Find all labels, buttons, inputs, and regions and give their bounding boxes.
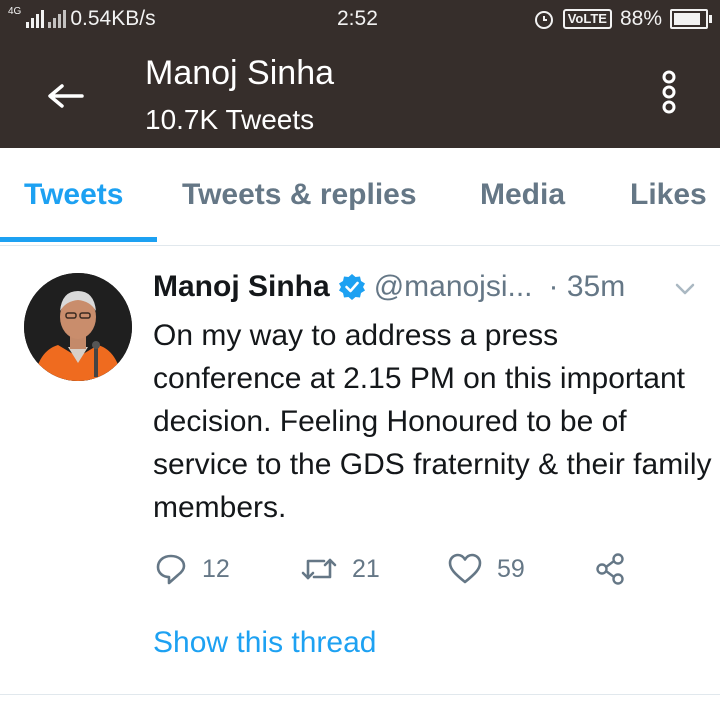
tweet-card[interactable]: Manoj Sinha @manojsi... · 35m On my way … [0,246,720,694]
verified-badge-icon [338,274,365,300]
status-right: VoLTE 88% [533,7,712,31]
reply-button[interactable]: 12 [154,552,230,586]
network-speed: 0.54KB/s [70,7,156,30]
tweet-timestamp: · 35m [548,270,626,303]
signal-icon-secondary [48,10,67,28]
app-header: 4G 0.54KB/s 2:52 VoLTE 88% Manoj Sinha 1… [0,0,720,148]
tab-tweets[interactable]: Tweets [24,178,123,212]
profile-title: Manoj Sinha [145,54,335,92]
heart-icon [448,553,482,584]
tweet-count: 10.7K Tweets [145,104,315,135]
network-type-label: 4G [8,6,22,17]
retweet-icon [301,558,337,580]
like-count: 59 [497,554,525,583]
show-thread-link[interactable]: Show this thread [153,626,376,660]
arrow-left-icon [48,84,84,108]
battery-percent: 88% [619,7,662,30]
status-left: 4G 0.54KB/s [8,7,156,31]
bottom-divider [0,694,720,695]
share-icon [596,553,624,585]
author-name[interactable]: Manoj Sinha [153,270,330,304]
author-handle[interactable]: @manojsi... [374,270,533,304]
reply-count: 12 [202,554,230,583]
volte-badge: VoLTE [562,9,612,29]
battery-fill [674,13,700,25]
more-menu-button[interactable] [652,68,686,118]
tweet-header: Manoj Sinha @manojsi... · 35m [153,270,625,304]
share-button[interactable] [594,552,628,586]
active-tab-indicator [0,237,157,242]
status-bar: 4G 0.54KB/s 2:52 VoLTE 88% [0,0,720,40]
avatar[interactable] [24,273,132,381]
signal-icon [26,10,45,28]
reply-icon [156,554,186,585]
tab-likes[interactable]: Likes [630,178,707,212]
status-time: 2:52 [337,7,378,30]
like-button[interactable]: 59 [447,552,525,586]
avatar-image [24,273,132,381]
tab-media[interactable]: Media [480,178,565,212]
more-vertical-icon [662,70,676,114]
alarm-icon [534,11,553,29]
tab-tweets-and-replies[interactable]: Tweets & replies [182,178,417,212]
chevron-down-icon[interactable] [674,282,696,296]
tweet-text: On my way to address a press conference … [153,319,712,524]
retweet-button[interactable]: 21 [300,552,380,586]
retweet-count: 21 [352,554,380,583]
battery-icon [670,9,712,29]
back-button[interactable] [40,74,88,122]
profile-tabs: Tweets Tweets & replies Media Likes [0,148,720,244]
